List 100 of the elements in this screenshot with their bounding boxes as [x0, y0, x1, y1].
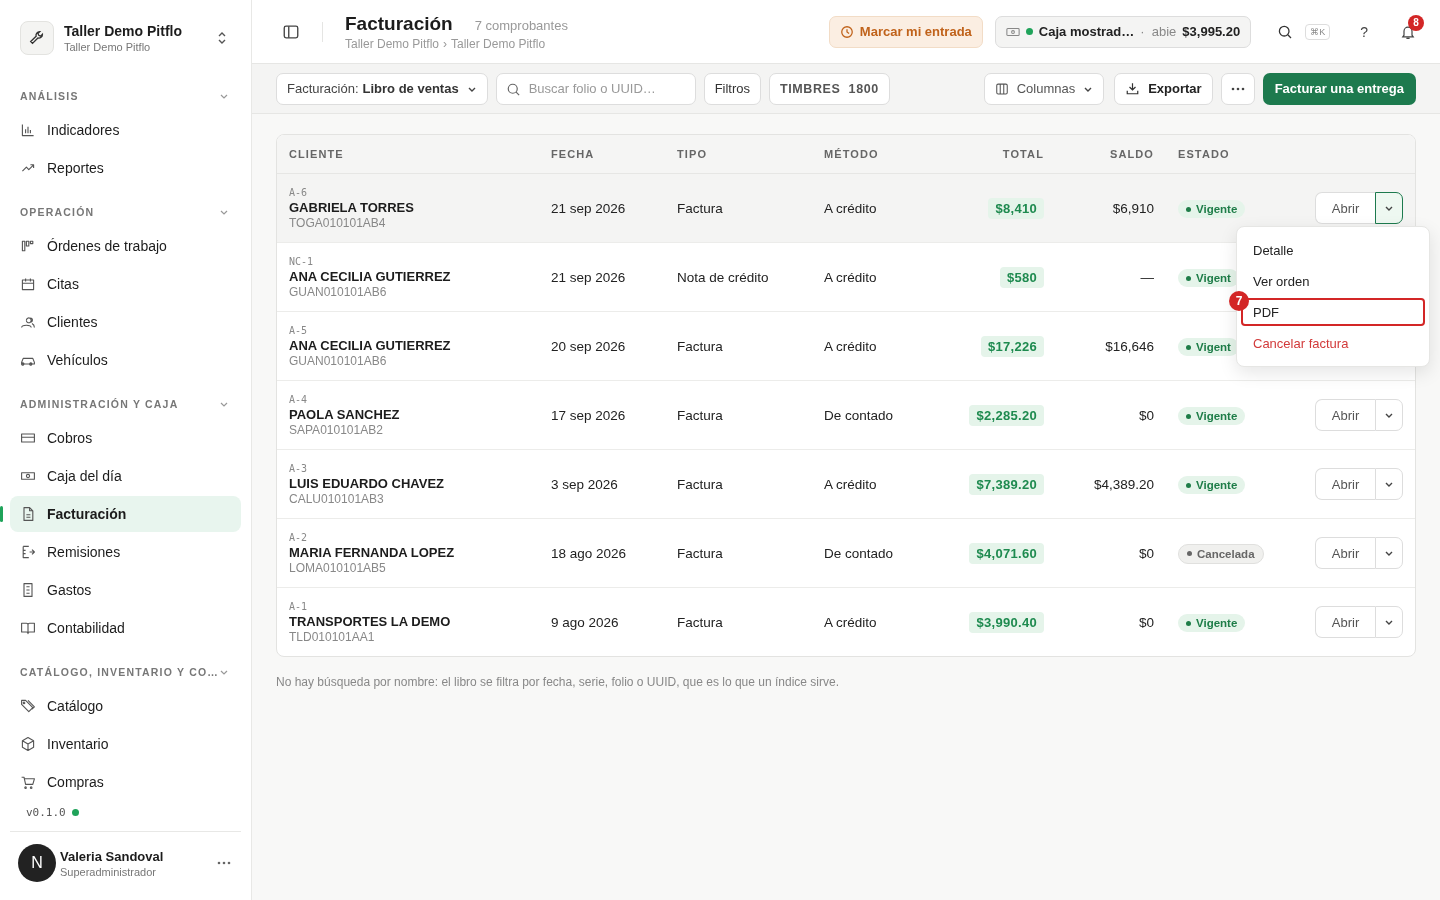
- clock-in-button[interactable]: Marcar mi entrada: [828, 15, 983, 48]
- menu-item[interactable]: PDF: [1241, 298, 1425, 326]
- balance-cell-text: $6,910: [1111, 200, 1154, 216]
- search-icon[interactable]: [1277, 23, 1294, 40]
- more-icon[interactable]: [217, 861, 231, 865]
- column-header: TIPO: [677, 148, 709, 160]
- open-button[interactable]: Abrir: [1315, 192, 1375, 224]
- page-title: Facturación: [345, 12, 453, 35]
- balance-cell-text: $16,646: [1104, 338, 1154, 354]
- date-cell-text: 21 sep 2026: [551, 200, 627, 216]
- method-cell-text: De contado: [824, 545, 895, 561]
- method-cell-text: A crédito: [824, 338, 878, 354]
- status-badge: Vigente: [1178, 476, 1246, 495]
- client-name: ANA CECILIA GUTIERREZ: [289, 268, 452, 284]
- sidebar-item[interactable]: Contabilidad: [10, 610, 241, 646]
- sidebar-item[interactable]: Órdenes de trabajo: [10, 228, 241, 264]
- column-header: FECHA: [551, 148, 596, 160]
- caret-button[interactable]: [1375, 192, 1403, 224]
- view-dropdown[interactable]: Facturación: Libro de ventas: [276, 72, 488, 105]
- folio-label: A-2: [289, 531, 309, 543]
- sidebar-item[interactable]: Compras: [10, 764, 241, 800]
- cash-register-button[interactable]: Caja mostrad… · abie $3,995.20: [994, 15, 1252, 48]
- table-row[interactable]: A-1 TRANSPORTES LA DEMO TLD010101AA1 9 ago 2026 Factura A crédito $3,990.40 $0 Vigente Abrir: [277, 588, 1415, 656]
- wrench-icon[interactable]: [20, 21, 54, 55]
- folio-label: A-6: [289, 186, 309, 198]
- sidebar-item[interactable]: Vehículos: [10, 342, 241, 378]
- table-row[interactable]: A-3 LUIS EDUARDO CHAVEZ CALU010101AB3 3 sep 2026 Factura A crédito $7,389.20 $4,389.20 Vigente Abrir: [277, 450, 1415, 519]
- open-button[interactable]: Abrir: [1315, 468, 1375, 500]
- status-badge: Vigente: [1178, 407, 1246, 426]
- sidebar-item[interactable]: Indicadores: [10, 112, 241, 148]
- column-header: CLIENTE: [289, 148, 345, 160]
- workspace-name[interactable]: Taller Demo Pitflo: [64, 23, 207, 39]
- help-button[interactable]: ?: [1360, 23, 1368, 40]
- section-heading[interactable]: OPERACIÓN: [20, 206, 95, 218]
- tax-id: CALU010101AB3: [289, 491, 385, 506]
- open-button[interactable]: Abrir: [1315, 399, 1375, 431]
- column-header: SALDO: [1109, 148, 1154, 160]
- user-avatar[interactable]: N: [18, 844, 56, 882]
- sidebar-item[interactable]: Caja del día: [10, 458, 241, 494]
- create-invoice-button[interactable]: Facturar una entrega: [1262, 72, 1416, 105]
- table-row[interactable]: A-6 GABRIELA TORRES TOGA010101AB4 21 sep 2026 Factura A crédito $8,410 $6,910 Vigente Abrir: [277, 174, 1415, 243]
- search-field[interactable]: Buscar folio o UUID…: [495, 72, 696, 105]
- sidebar-item[interactable]: Clientes: [10, 304, 241, 340]
- type-cell-text: Factura: [677, 545, 724, 561]
- nav-icon: [20, 736, 36, 752]
- tax-id: GUAN010101AB6: [289, 353, 388, 368]
- total-amount: $7,389.20: [969, 473, 1044, 495]
- client-name: TRANSPORTES LA DEMO: [289, 613, 452, 629]
- total-amount: $17,226: [980, 335, 1044, 357]
- nav-icon: [20, 774, 36, 790]
- clock-icon: [839, 24, 854, 39]
- footnote: No hay búsqueda por nombre: el libro se filtra por fecha, serie, folio o UUID, que es lo que un índice sirve.: [276, 675, 840, 689]
- folio-label: A-4: [289, 393, 309, 405]
- method-cell-text: A crédito: [824, 476, 878, 492]
- type-cell-text: Nota de crédito: [677, 269, 770, 285]
- client-name: ANA CECILIA GUTIERREZ: [289, 337, 452, 353]
- sidebar-toggle-icon[interactable]: [282, 22, 300, 41]
- sidebar-item[interactable]: Remisiones: [10, 534, 241, 570]
- section-heading[interactable]: ADMINISTRACIÓN Y CAJA: [20, 398, 179, 410]
- method-cell-text: A crédito: [824, 269, 878, 285]
- nav-icon: [20, 620, 36, 636]
- section-heading[interactable]: ANÁLISIS: [20, 90, 79, 102]
- nav-icon: [20, 430, 36, 446]
- filters-button[interactable]: Filtros: [703, 72, 761, 105]
- date-cell-text: 21 sep 2026: [551, 269, 627, 285]
- nav-icon: [20, 544, 36, 560]
- total-amount: $2,285.20: [969, 404, 1044, 426]
- workspace-subtitle: Taller Demo Pitflo: [64, 41, 152, 53]
- client-name: LUIS EDUARDO CHAVEZ: [289, 475, 446, 491]
- open-button[interactable]: Abrir: [1315, 537, 1375, 569]
- sidebar-item[interactable]: Citas: [10, 266, 241, 302]
- sidebar-item[interactable]: Cobros: [10, 420, 241, 456]
- folio-label: A-5: [289, 324, 309, 336]
- stamps-button[interactable]: TIMBRES 1800: [769, 72, 890, 105]
- method-cell-text: A crédito: [824, 200, 878, 216]
- sidebar-item[interactable]: Gastos: [10, 572, 241, 608]
- date-cell-text: 17 sep 2026: [551, 407, 627, 423]
- balance-cell-text: $0: [1137, 407, 1154, 423]
- type-cell-text: Factura: [677, 200, 724, 216]
- column-header: MÉTODO: [824, 148, 880, 160]
- chevron-updown-icon[interactable]: [217, 31, 227, 45]
- section-heading[interactable]: CATÁLOGO, INVENTARIO Y CO…: [20, 666, 219, 678]
- date-cell-text: 20 sep 2026: [551, 338, 627, 354]
- download-icon: [1125, 81, 1141, 96]
- client-name: PAOLA SANCHEZ: [289, 406, 401, 422]
- method-cell-text: A crédito: [824, 614, 878, 630]
- nav-icon: [20, 698, 36, 714]
- export-button[interactable]: Exportar: [1114, 72, 1213, 105]
- columns-button[interactable]: Columnas: [983, 72, 1105, 105]
- sidebar-item[interactable]: Catálogo: [10, 688, 241, 724]
- sidebar-item[interactable]: Inventario: [10, 726, 241, 762]
- step-badge: 7: [1229, 291, 1249, 311]
- table-row[interactable]: A-2 MARIA FERNANDA LOPEZ LOMA010101AB5 18 ago 2026 Factura De contado $4,071.60 $0 Cancelada Abrir: [277, 519, 1415, 588]
- sidebar-item[interactable]: Reportes: [10, 150, 241, 186]
- open-button[interactable]: Abrir: [1315, 606, 1375, 638]
- table-row[interactable]: A-4 PAOLA SANCHEZ SAPA010101AB2 17 sep 2026 Factura De contado $2,285.20 $0 Vigente Abrir: [277, 381, 1415, 450]
- nav-icon: [20, 314, 36, 330]
- document-count: 7 comprobantes: [474, 17, 568, 33]
- status-badge: Cancelada: [1178, 543, 1264, 564]
- balance-cell-text: $0: [1137, 545, 1154, 561]
